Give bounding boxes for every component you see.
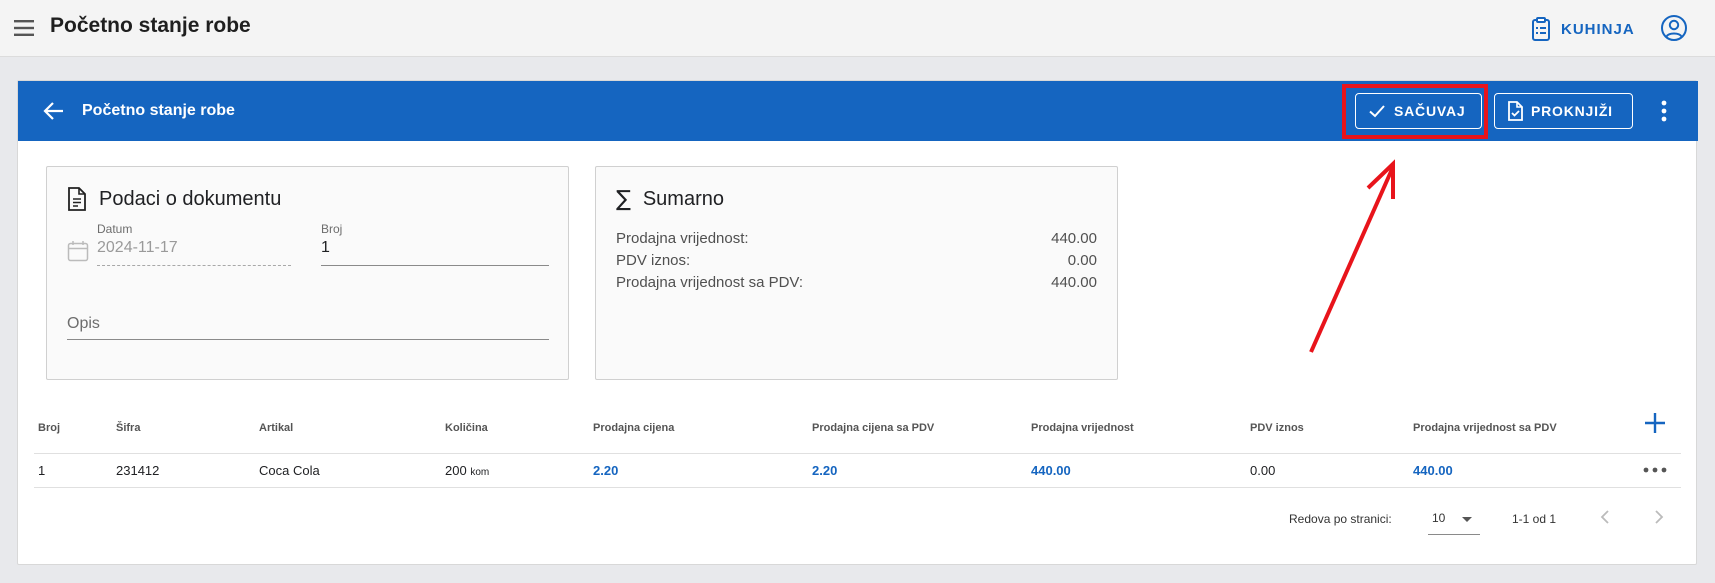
sigma-icon: ∑ (616, 187, 631, 212)
cell-prodajna-vrijednost-pdv[interactable]: 440.00 (1413, 463, 1453, 478)
summary-label: PDV iznos: (616, 252, 691, 269)
highlight-box (1342, 84, 1488, 139)
account-circle-icon[interactable] (1660, 14, 1688, 42)
column-header[interactable]: PDV iznos (1250, 422, 1304, 434)
quantity-value: 200 (445, 463, 467, 478)
summary-row: Prodajna vrijednost: 440.00 (616, 230, 1097, 247)
summary-panel: ∑ Sumarno Prodajna vrijednost: 440.00 PD… (595, 166, 1118, 380)
description-field[interactable]: Opis (67, 315, 100, 333)
description-underline (67, 339, 549, 340)
file-check-icon (1508, 101, 1523, 121)
post-label: PROKNJIŽI (1531, 103, 1613, 119)
card-title: Početno stanje robe (82, 102, 235, 119)
summary-row: Prodajna vrijednost sa PDV: 440.00 (616, 274, 1097, 291)
cell-artikal: Coca Cola (259, 463, 320, 478)
cell-sifra: 231412 (116, 463, 160, 478)
cell-prodajna-vrijednost[interactable]: 440.00 (1031, 463, 1071, 478)
row-divider (34, 487, 1681, 488)
plus-icon[interactable] (1643, 411, 1667, 435)
arrow-left-icon[interactable] (42, 99, 66, 123)
date-underline (97, 265, 291, 266)
number-underline (321, 265, 549, 266)
column-header[interactable]: Prodajna vrijednost (1031, 422, 1134, 434)
document-icon (68, 187, 86, 211)
document-info-panel: Podaci o dokumentu Datum 2024-11-17 Broj… (46, 166, 569, 380)
column-header[interactable]: Šifra (116, 422, 140, 434)
kitchen-button[interactable]: KUHINJA (1531, 15, 1635, 43)
cell-prodajna-cijena[interactable]: 2.20 (593, 463, 618, 478)
column-header[interactable]: Prodajna cijena sa PDV (812, 422, 934, 434)
document-card: Početno stanje robe SAČUVAJ PROKNJIŽI Po… (17, 80, 1698, 565)
kitchen-label: KUHINJA (1561, 20, 1635, 38)
row-divider (34, 453, 1681, 454)
chevron-left-icon[interactable] (1596, 507, 1616, 527)
column-header[interactable]: Količina (445, 422, 488, 434)
app-title: Početno stanje robe (50, 14, 251, 37)
summary-label: Prodajna vrijednost: (616, 230, 749, 247)
app-bar: Početno stanje robe KUHINJA (0, 0, 1715, 57)
calendar-icon[interactable] (67, 240, 89, 262)
number-label: Broj (321, 222, 343, 236)
summary-value: 440.00 (1051, 274, 1097, 291)
quantity-unit: kom (470, 467, 490, 478)
cell-kolicina: 200 kom (445, 463, 489, 478)
clipboard-list-icon (1532, 17, 1550, 41)
column-header[interactable]: Prodajna cijena (593, 422, 674, 434)
summary-row: PDV iznos: 0.00 (616, 252, 1097, 269)
number-field[interactable]: 1 (321, 239, 330, 257)
summary-value: 0.00 (1067, 252, 1097, 269)
rows-per-page-select[interactable]: 10 (1428, 506, 1480, 535)
more-horiz-icon[interactable] (1642, 466, 1668, 474)
rows-per-page-value: 10 (1432, 511, 1446, 525)
chevron-right-icon[interactable] (1648, 507, 1668, 527)
cell-prodajna-cijena-pdv[interactable]: 2.20 (812, 463, 837, 478)
caret-down-icon (1462, 517, 1472, 522)
date-label: Datum (97, 222, 133, 236)
menu-icon[interactable] (12, 16, 36, 40)
summary-title: ∑ Sumarno (616, 187, 724, 212)
document-info-title: Podaci o dokumentu (67, 187, 281, 211)
cell-pdv-iznos: 0.00 (1250, 463, 1276, 478)
summary-label: Prodajna vrijednost sa PDV: (616, 274, 804, 291)
column-header[interactable]: Broj (38, 422, 60, 434)
column-header[interactable]: Prodajna vrijednost sa PDV (1413, 422, 1557, 434)
date-field[interactable]: 2024-11-17 (97, 239, 178, 257)
summary-value: 440.00 (1051, 230, 1097, 247)
cell-broj: 1 (38, 463, 46, 478)
column-header[interactable]: Artikal (259, 422, 293, 434)
document-info-title-text: Podaci o dokumentu (99, 187, 282, 210)
page-range: 1-1 od 1 (1512, 512, 1557, 526)
more-vert-icon[interactable] (1659, 99, 1669, 123)
rows-per-page-label: Redova po stranici: (1289, 512, 1392, 526)
card-header: Početno stanje robe SAČUVAJ PROKNJIŽI (18, 81, 1698, 141)
summary-title-text: Sumarno (642, 188, 724, 210)
post-button[interactable]: PROKNJIŽI (1494, 93, 1633, 129)
